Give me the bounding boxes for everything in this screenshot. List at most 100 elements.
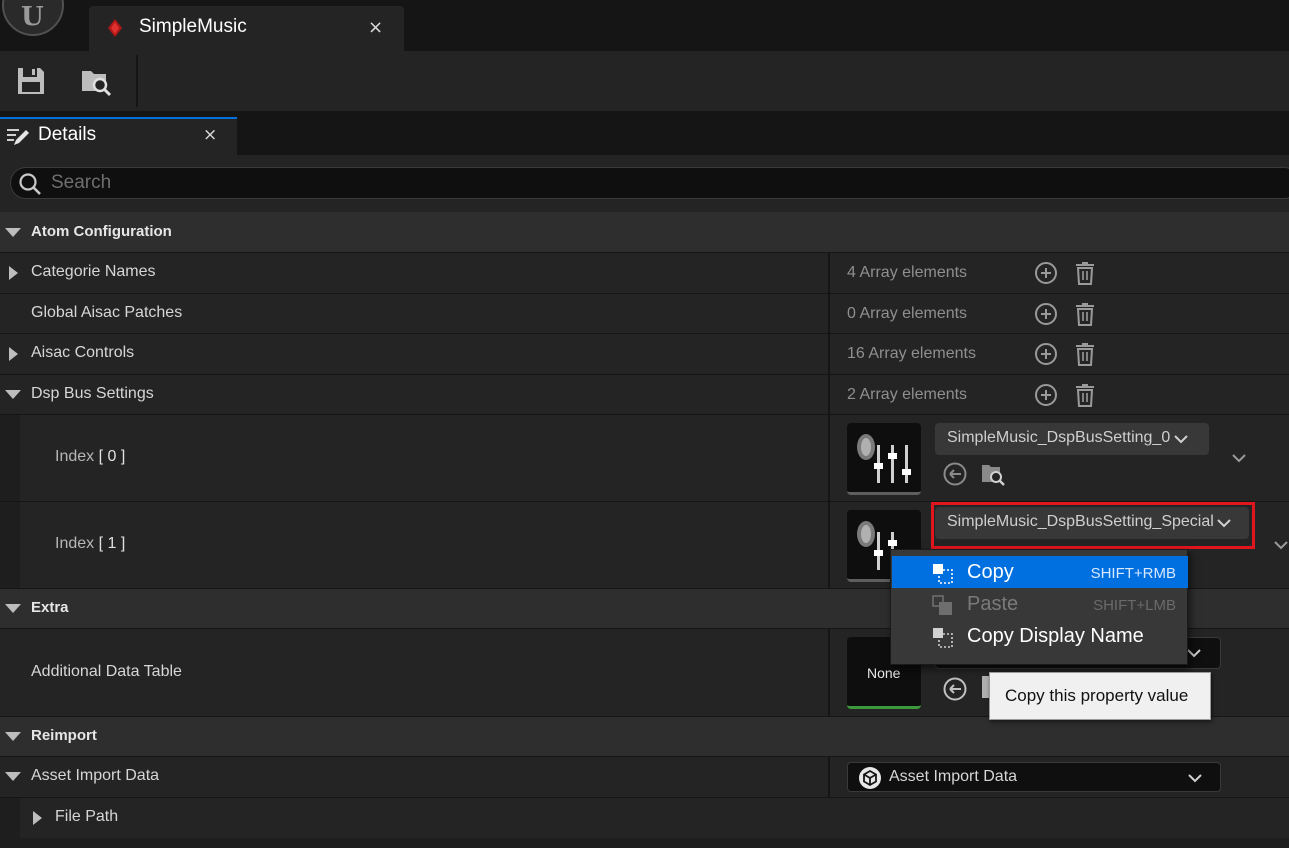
menu-item-label: Copy Display Name: [967, 625, 1144, 647]
chevron-down-icon: [1187, 649, 1201, 658]
paste-icon: [932, 595, 952, 615]
property-row-global-aisac-patches: Global Aisac Patches 0 Array elements: [0, 294, 1289, 333]
add-element-icon[interactable]: [1034, 302, 1058, 326]
property-row-index-0: Index [ 0 ] SimpleMusic_DspBusSetting_0: [0, 415, 1289, 501]
browse-asset-icon[interactable]: [980, 461, 1006, 487]
category-atom-configuration[interactable]: Atom Configuration: [0, 212, 1289, 252]
property-row-categorie-names: Categorie Names 4 Array elements: [0, 253, 1289, 293]
column-divider[interactable]: [828, 415, 830, 501]
use-selected-icon[interactable]: [942, 676, 968, 702]
array-count: 4 Array elements: [847, 264, 968, 281]
details-tab-label: Details: [38, 124, 97, 145]
column-divider[interactable]: [828, 334, 830, 374]
expand-arrow-icon[interactable]: [9, 347, 18, 361]
collapse-arrow-icon[interactable]: [5, 772, 21, 781]
property-label: Global Aisac Patches: [31, 304, 183, 321]
thumbnail-none-label: None: [867, 665, 901, 681]
array-count: 0 Array elements: [847, 305, 968, 322]
asset-import-data-combo[interactable]: Asset Import Data: [847, 762, 1221, 792]
search-input[interactable]: [51, 170, 951, 196]
property-label: File Path: [55, 808, 119, 825]
collapse-arrow-icon[interactable]: [5, 732, 21, 741]
index-label: Index [ 1 ]: [55, 535, 125, 553]
index-label: Index [ 0 ]: [55, 448, 125, 466]
collapse-arrow-icon[interactable]: [5, 228, 21, 237]
property-row-file-path: File Path: [0, 798, 1289, 838]
array-count: 16 Array elements: [847, 345, 976, 362]
chevron-down-icon: [1174, 435, 1188, 444]
index-prefix: Index: [55, 535, 95, 552]
panel-bottom: [0, 838, 1289, 848]
array-count: 2 Array elements: [847, 386, 968, 403]
details-tab-strip: Details ×: [0, 111, 1289, 155]
indent-guide: [0, 502, 20, 588]
asset-name: SimpleMusic_DspBusSetting_0: [947, 429, 1171, 446]
trash-icon[interactable]: [1073, 342, 1097, 366]
use-selected-icon[interactable]: [942, 461, 968, 487]
object-cube-icon: [859, 767, 881, 789]
trash-icon[interactable]: [1073, 383, 1097, 407]
chevron-down-icon: [1188, 774, 1202, 783]
tooltip-text: Copy this property value: [1005, 686, 1189, 705]
indent-guide: [0, 798, 20, 838]
copy-icon: [933, 564, 953, 584]
asset-import-data-value: Asset Import Data: [889, 768, 1018, 785]
menu-item-copy[interactable]: Copy SHIFT+RMB: [892, 556, 1188, 588]
close-details-icon[interactable]: ×: [203, 125, 217, 145]
index-prefix: Index: [55, 448, 95, 465]
column-divider[interactable]: [828, 757, 830, 797]
menu-item-label: Paste: [967, 593, 1019, 615]
menu-item-copy-display-name[interactable]: Copy Display Name: [892, 620, 1188, 652]
category-label: Atom Configuration: [31, 223, 172, 240]
search-icon: [19, 173, 41, 195]
asset-document-tab[interactable]: SimpleMusic ×: [89, 6, 404, 51]
mixer-icon: [857, 434, 911, 483]
menu-item-shortcut: SHIFT+LMB: [1093, 597, 1176, 614]
menu-item-shortcut: SHIFT+RMB: [1090, 565, 1176, 582]
asset-toolbar: [0, 51, 1289, 111]
column-divider[interactable]: [828, 375, 830, 414]
indent-guide: [0, 415, 20, 501]
menu-item-paste[interactable]: Paste SHIFT+LMB: [892, 588, 1188, 620]
asset-picker-combo[interactable]: SimpleMusic_DspBusSetting_0: [935, 423, 1209, 455]
property-label: Additional Data Table: [31, 663, 182, 680]
category-reimport[interactable]: Reimport: [0, 717, 1289, 756]
close-tab-icon[interactable]: ×: [368, 17, 383, 38]
expand-arrow-icon[interactable]: [33, 811, 42, 825]
highlight-annotation: [931, 502, 1255, 549]
trash-icon[interactable]: [1073, 261, 1097, 285]
column-divider[interactable]: [828, 502, 830, 588]
add-element-icon[interactable]: [1034, 261, 1058, 285]
index-number: [ 0 ]: [98, 448, 126, 465]
asset-thumbnail[interactable]: [847, 423, 921, 495]
add-element-icon[interactable]: [1034, 383, 1058, 407]
browse-folder-icon[interactable]: [80, 65, 112, 97]
save-icon[interactable]: [15, 65, 47, 97]
column-divider[interactable]: [828, 629, 830, 716]
title-bar: U SimpleMusic ×: [0, 0, 1289, 51]
toolbar-separator: [136, 55, 138, 107]
collapse-arrow-icon[interactable]: [5, 390, 21, 399]
property-label: Dsp Bus Settings: [31, 385, 154, 402]
column-divider[interactable]: [828, 253, 830, 293]
unreal-logo-icon[interactable]: U: [2, 0, 64, 36]
collapse-arrow-icon[interactable]: [5, 604, 21, 613]
row-expand-chevron-icon[interactable]: [1272, 536, 1289, 554]
category-label: Reimport: [31, 727, 97, 744]
search-area: [0, 155, 1289, 212]
context-menu: Copy SHIFT+RMB Paste SHIFT+LMB Copy Disp…: [890, 549, 1188, 665]
expand-arrow-icon[interactable]: [9, 266, 18, 280]
category-label: Extra: [31, 599, 69, 616]
asset-type-icon: [108, 19, 122, 37]
trash-icon[interactable]: [1073, 302, 1097, 326]
tab-details[interactable]: Details ×: [0, 117, 237, 155]
tooltip: Copy this property value: [989, 672, 1211, 720]
property-label: Categorie Names: [31, 263, 156, 280]
asset-tab-title: SimpleMusic: [139, 16, 247, 37]
row-expand-chevron-icon[interactable]: [1230, 449, 1248, 467]
property-row-aisac-controls: Aisac Controls 16 Array elements: [0, 334, 1289, 374]
property-label: Aisac Controls: [31, 344, 135, 361]
add-element-icon[interactable]: [1034, 342, 1058, 366]
copy-icon: [933, 628, 953, 648]
column-divider[interactable]: [828, 294, 830, 333]
